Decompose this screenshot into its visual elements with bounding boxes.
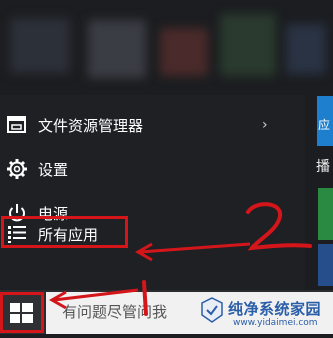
app-tile[interactable]	[318, 188, 333, 240]
watermark-logo	[200, 297, 224, 323]
menu-item-label: 设置	[38, 160, 69, 179]
blurred-tiles	[0, 0, 333, 100]
tile-group-label: 播	[316, 159, 330, 175]
search-placeholder: 有问题尽管问我	[62, 303, 168, 321]
menu-item-file-explorer[interactable]: 文件资源管理器 ›	[0, 105, 290, 145]
watermark-url: www.yidaimei.com	[233, 318, 318, 328]
start-button-highlight	[0, 292, 44, 333]
chevron-right-icon: ›	[262, 117, 268, 133]
tile-label: 应	[318, 118, 331, 132]
gear-icon	[6, 158, 28, 180]
menu-item-settings[interactable]: 设置	[0, 149, 290, 189]
app-tile[interactable]: 应	[317, 96, 333, 146]
menu-item-label: 文件资源管理器	[38, 116, 144, 135]
app-tile[interactable]	[318, 244, 333, 286]
file-explorer-icon	[6, 114, 28, 136]
watermark-title: 纯净系统家园	[228, 300, 322, 318]
all-apps-highlight	[1, 216, 128, 248]
